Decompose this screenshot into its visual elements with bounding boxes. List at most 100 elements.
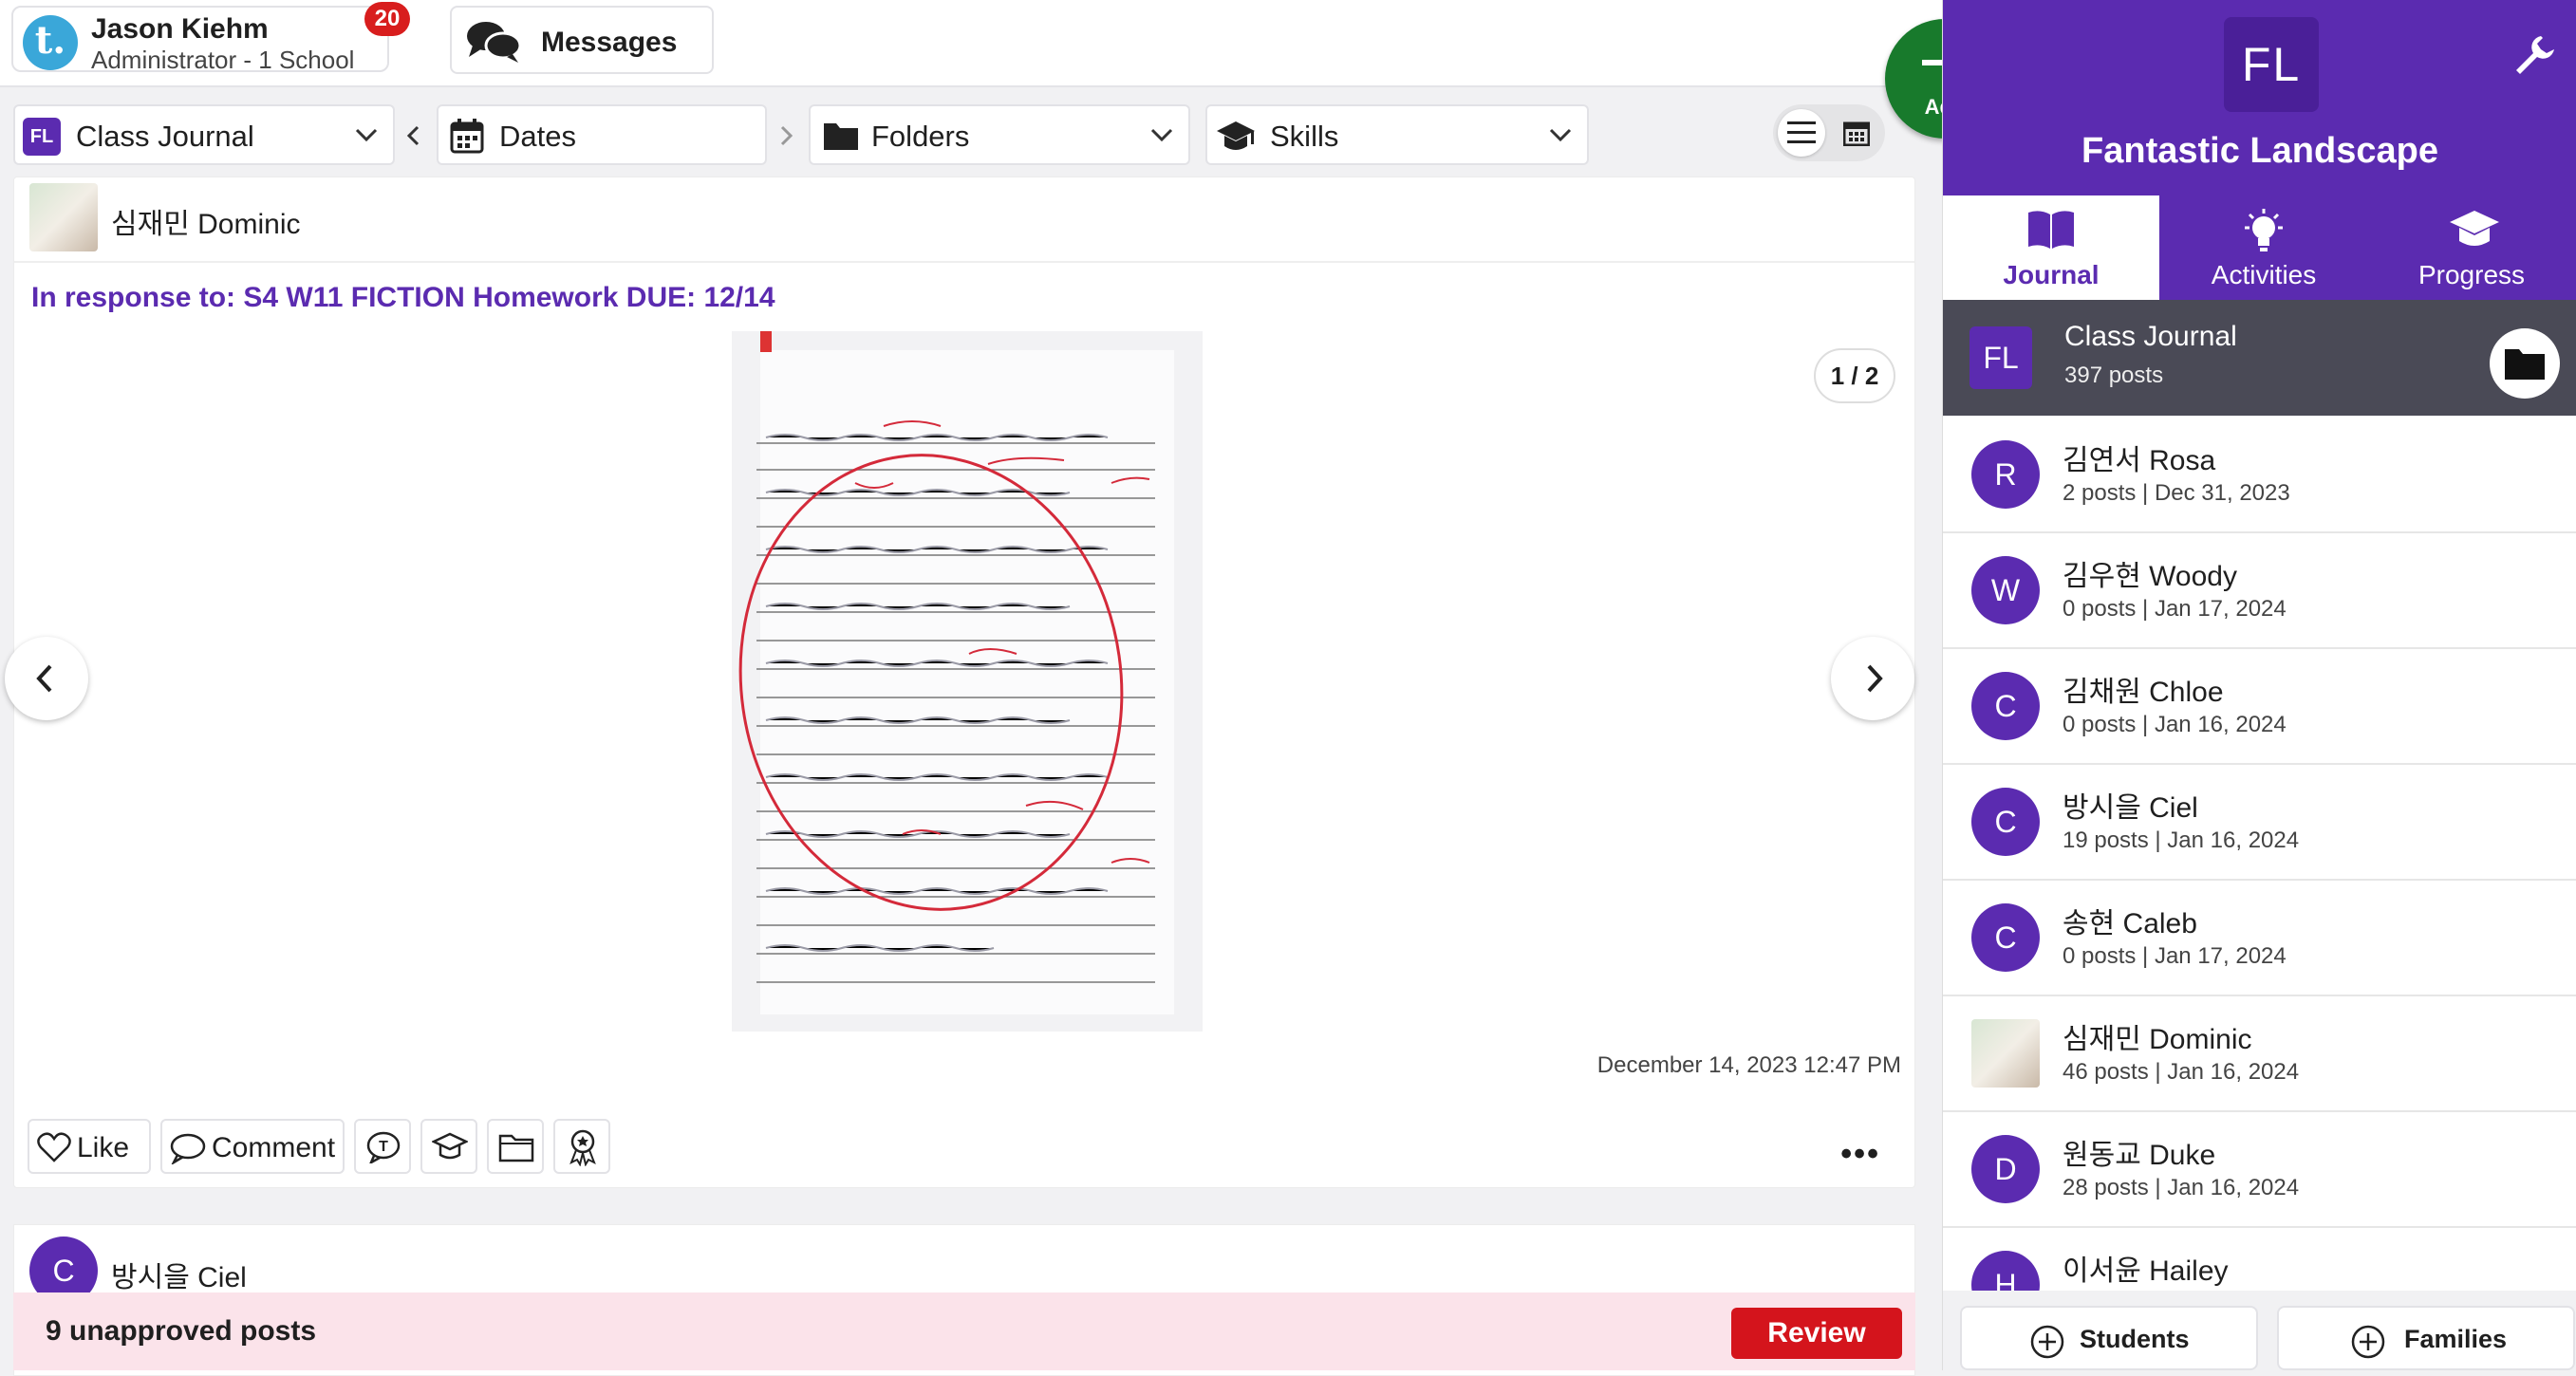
book-icon (2028, 211, 2074, 249)
student-name: 원동교 Duke (2063, 1140, 2216, 1171)
date-prev-arrow-icon[interactable] (406, 125, 421, 151)
student-name: 심재민 Dominic (2063, 1024, 2252, 1055)
student-row[interactable]: C 방시을 Ciel 19 posts | Jan 16, 2024 (1943, 765, 2576, 881)
folder-outline-icon (498, 1134, 534, 1162)
award-icon (569, 1129, 596, 1166)
homework-photo[interactable] (732, 331, 1203, 1032)
student-row[interactable]: C 김채원 Chloe 0 posts | Jan 16, 2024 (1943, 649, 2576, 765)
post-timestamp: December 14, 2023 12:47 PM (1596, 1052, 1901, 1078)
journal-badge: FL (23, 118, 61, 156)
calendar-view-toggle[interactable] (1833, 109, 1880, 157)
wrench-icon[interactable] (2512, 32, 2556, 81)
student-name: 방시을 Ciel (2063, 792, 2198, 824)
unapproved-count: 9 unapproved posts (46, 1315, 317, 1347)
dates-label: Dates (499, 120, 576, 153)
class-journal-row[interactable]: FL Class Journal 397 posts (1943, 300, 2576, 416)
student-name: 김채원 Chloe (2063, 677, 2224, 708)
post-actions: Like Comment T ••• (28, 1119, 1903, 1176)
student-name: 김연서 Rosa (2063, 445, 2216, 476)
folder-button[interactable] (2490, 328, 2560, 399)
post-author[interactable]: 심재민 Dominic (111, 200, 301, 242)
student-row[interactable]: C 송현 Caleb 0 posts | Jan 17, 2024 (1943, 881, 2576, 996)
class-title: Fantastic Landscape (2081, 131, 2438, 171)
tab-journal-label: Journal (2003, 260, 2100, 289)
tab-progress-label: Progress (2417, 260, 2526, 289)
student-post-info: 28 posts | Jan 16, 2024 (2063, 1175, 2300, 1200)
add-students-button[interactable]: Students (1960, 1306, 2258, 1370)
plus-circle-icon (2351, 1325, 2385, 1359)
families-label: Families (2404, 1325, 2508, 1353)
student-post-info: 46 posts | Jan 16, 2024 (2063, 1059, 2300, 1085)
student-row[interactable]: R 김연서 Rosa 2 posts | Dec 31, 2023 (1943, 418, 2576, 533)
response-link[interactable]: In response to: S4 W11 FICTION Homework … (31, 282, 775, 314)
sidebar-tabs: Journal Activities Progress (1943, 195, 2576, 300)
tab-activities-label: Activities (2211, 260, 2317, 289)
student-avatar: C (1971, 672, 2040, 740)
add-families-button[interactable]: Families (2277, 1306, 2575, 1370)
tab-journal[interactable]: Journal (1943, 195, 2159, 300)
journal-dropdown[interactable]: FL Class Journal (13, 104, 395, 165)
comment-button[interactable]: Comment (160, 1119, 345, 1174)
previous-photo-button[interactable] (5, 637, 88, 720)
skills-label: Skills (1270, 120, 1339, 153)
sidebar-footer: Students Families (1943, 1291, 2576, 1370)
comment-label: Comment (212, 1132, 336, 1163)
dates-picker[interactable]: Dates (437, 104, 767, 165)
heart-icon (37, 1132, 71, 1162)
more-options-button[interactable]: ••• (1840, 1136, 1880, 1173)
next-photo-button[interactable] (1831, 637, 1914, 720)
student-row[interactable]: 심재민 Dominic 46 posts | Jan 16, 2024 (1943, 996, 2576, 1112)
graduation-cap-icon (2450, 211, 2499, 246)
review-button[interactable]: Review (1731, 1308, 1902, 1359)
student-row[interactable]: D 원동교 Duke 28 posts | Jan 16, 2024 (1943, 1112, 2576, 1228)
student-avatar: C (1971, 903, 2040, 972)
like-button[interactable]: Like (28, 1119, 151, 1174)
tab-progress[interactable]: Progress (2366, 195, 2576, 300)
tab-activities[interactable]: Activities (2156, 195, 2372, 300)
folder-icon (2505, 349, 2545, 380)
folders-dropdown[interactable]: Folders (809, 104, 1190, 165)
school-logo-icon: t. (23, 15, 78, 70)
skills-dropdown[interactable]: Skills (1205, 104, 1589, 165)
folders-label: Folders (871, 120, 970, 153)
post-author[interactable]: 방시을 Ciel (111, 1254, 247, 1295)
student-avatar: W (1971, 556, 2040, 624)
student-name: 송현 Caleb (2063, 908, 2197, 939)
post-header: 심재민 Dominic (14, 177, 1914, 263)
user-role: Administrator - 1 School (91, 46, 355, 74)
folder-button[interactable] (487, 1119, 544, 1174)
chat-bubbles-icon (465, 19, 522, 69)
skills-tag-button[interactable] (420, 1119, 477, 1174)
user-menu[interactable]: t. Jason Kiehm Administrator - 1 School (11, 6, 389, 74)
chevron-down-icon (355, 127, 378, 147)
notification-badge[interactable]: 20 (364, 2, 410, 36)
user-name: Jason Kiehm (91, 13, 269, 45)
award-button[interactable] (553, 1119, 610, 1174)
class-sidebar: FL Fantastic Landscape Journal Activitie… (1942, 0, 2576, 1370)
student-avatar: R (1971, 440, 2040, 509)
class-journal-count: 397 posts (2064, 363, 2164, 388)
class-header: FL Fantastic Landscape (1943, 0, 2576, 195)
student-post-info: 19 posts | Jan 16, 2024 (2063, 827, 2300, 853)
messages-label: Messages (541, 27, 678, 58)
list-view-toggle[interactable] (1778, 109, 1825, 157)
messages-button[interactable]: Messages (450, 6, 714, 74)
plus-circle-icon (2030, 1325, 2064, 1359)
lightbulb-icon (2245, 209, 2283, 251)
chevron-down-icon (1549, 127, 1572, 147)
page-counter: 1 / 2 (1814, 348, 1895, 403)
student-row[interactable]: W 김우현 Woody 0 posts | Jan 17, 2024 (1943, 533, 2576, 649)
author-avatar[interactable] (29, 183, 98, 251)
student-name: 이서윤 Hailey (2063, 1255, 2229, 1287)
student-post-info: 0 posts | Jan 17, 2024 (2063, 943, 2287, 969)
student-avatar (1971, 1019, 2040, 1088)
calendar-icon (450, 118, 484, 158)
journal-dropdown-label: Class Journal (76, 120, 254, 153)
date-next-arrow-icon[interactable] (778, 125, 793, 151)
view-toggle (1773, 104, 1885, 161)
student-post-info: 0 posts | Jan 17, 2024 (2063, 596, 2287, 622)
translate-button[interactable]: T (354, 1119, 411, 1174)
unapproved-posts-bar: 9 unapproved posts Review (13, 1292, 1915, 1370)
list-icon (1787, 121, 1816, 143)
graduation-cap-icon (432, 1132, 468, 1160)
